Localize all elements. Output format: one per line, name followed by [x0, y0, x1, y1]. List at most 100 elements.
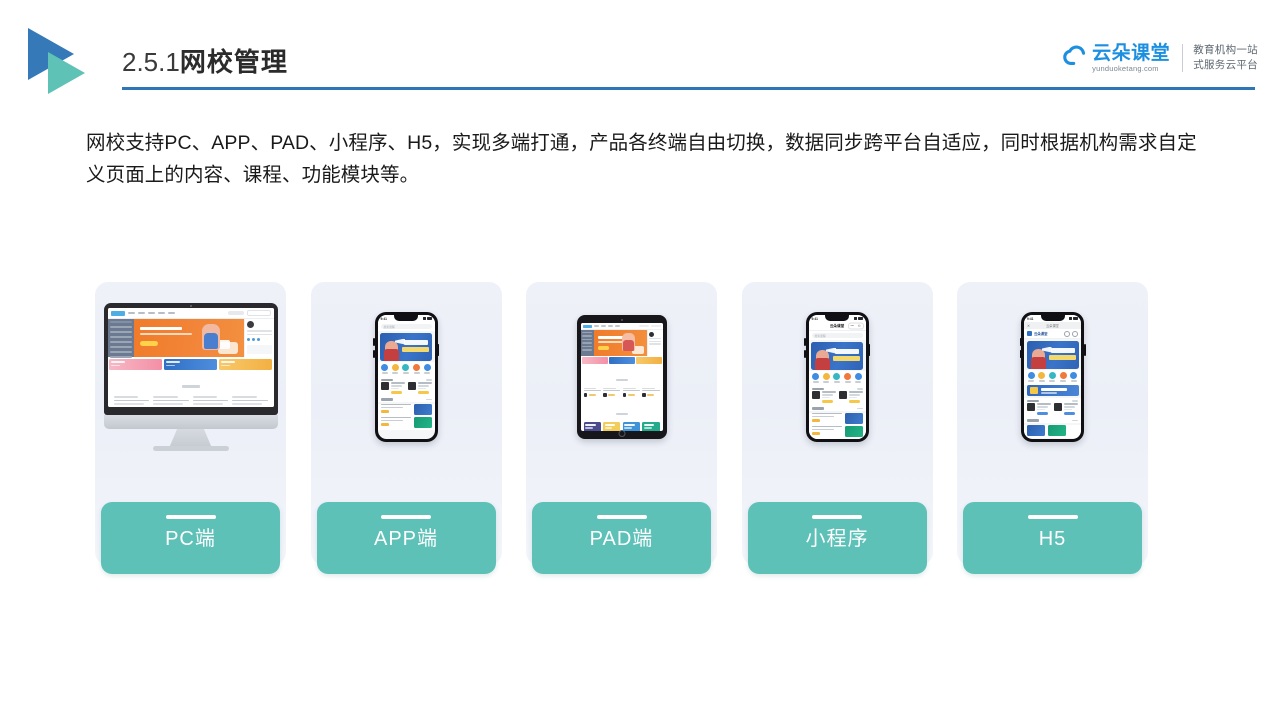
- platform-label-h5[interactable]: H5: [963, 502, 1142, 574]
- app-logo-icon: [1027, 331, 1032, 336]
- category-icon: [844, 373, 852, 380]
- section-title-bar: [1027, 399, 1039, 402]
- course-item: [153, 396, 189, 407]
- dot-icon: [251, 338, 255, 341]
- platform-label-miniprogram[interactable]: 小程序: [747, 502, 927, 574]
- phone-volume-button: [1019, 338, 1021, 346]
- promo-subtitle: [220, 364, 230, 366]
- signal-icon: [853, 317, 857, 320]
- hero-person-illustration: [621, 333, 635, 351]
- title-underline-rule: [122, 87, 1255, 90]
- category-item: [822, 373, 830, 383]
- app-category-row: [1024, 370, 1081, 385]
- slide-header: 2.5.1 网校管理 云朵课堂 yunduoketang.com 教育机构一站 …: [0, 0, 1280, 110]
- category-icon: [833, 373, 841, 380]
- course-item: [583, 387, 601, 397]
- section-title: 网校管理: [179, 47, 288, 77]
- category-item: [1027, 372, 1035, 382]
- wechat-capsule-menu[interactable]: ••• ◎: [847, 322, 864, 330]
- section-heading-bar: [181, 385, 200, 388]
- more-link: [1072, 419, 1078, 422]
- teacher-avatar: [1054, 403, 1062, 411]
- course-card: [583, 422, 601, 431]
- phone-power-button: [1084, 344, 1086, 356]
- nav-search-field: [650, 324, 661, 328]
- category-item: [1038, 372, 1046, 382]
- browser-address-bar[interactable]: ✕ 云朵课堂: [1024, 322, 1081, 329]
- course-thumbnail: [413, 403, 432, 415]
- promo-title: [220, 360, 235, 363]
- hero-cta-button: [139, 341, 158, 346]
- category-icon: [1038, 372, 1046, 379]
- promo-banner: [163, 358, 218, 370]
- platform-card-app[interactable]: 9:41 搜索课程 APP端: [310, 282, 502, 574]
- section-heading-bar: [615, 413, 628, 416]
- teacher-avatar: [407, 382, 416, 390]
- platform-label-app[interactable]: APP端: [316, 502, 496, 574]
- category-item: [1059, 372, 1067, 382]
- wechat-navigation-bar: 云朵课堂 ••• ◎: [808, 322, 866, 331]
- tablet-navbar: [580, 323, 663, 330]
- brand-slogan: 教育机构一站 式服务云平台: [1193, 43, 1258, 73]
- category-icon: [1048, 372, 1056, 379]
- teacher-list: [1024, 403, 1081, 418]
- nav-search-field: [246, 310, 271, 316]
- app-search-row: 搜索课程: [808, 331, 866, 340]
- brand-divider: [1182, 44, 1184, 72]
- platform-card-h5[interactable]: 9:41 ✕ 云朵课堂 云朵课堂 H5: [957, 282, 1148, 574]
- hero-banner-orange: [133, 319, 244, 357]
- phone-volume-button: [804, 338, 806, 346]
- phone-volume-button: [373, 350, 375, 358]
- brand-logo-block: 云朵课堂 yunduoketang.com 教育机构一站 式服务云平台: [1062, 38, 1258, 78]
- promo-banner: [109, 358, 163, 370]
- promo-title: [165, 360, 180, 363]
- promo-subtitle: [165, 364, 175, 366]
- teacher-item: [838, 391, 863, 404]
- triangle-teal-shape: [48, 52, 85, 94]
- search-input[interactable]: 搜索课程: [380, 324, 432, 329]
- signal-icon: [1069, 317, 1072, 320]
- tablet-hero-section: [580, 330, 663, 356]
- status-time: 9:41: [811, 316, 818, 321]
- nav-item: [157, 312, 165, 314]
- more-link: [1072, 400, 1078, 402]
- close-icon[interactable]: ✕: [1027, 324, 1030, 328]
- signal-icon: [422, 317, 426, 320]
- user-panel-line: [246, 330, 272, 332]
- course-item: [622, 387, 640, 397]
- platform-label-pc[interactable]: PC端: [101, 502, 280, 574]
- course-item: [380, 403, 432, 415]
- menu-icon[interactable]: [1064, 330, 1070, 337]
- site-section-heading: [107, 371, 274, 396]
- course-card: [622, 422, 640, 431]
- teacher-avatar: [1027, 403, 1035, 411]
- platform-card-miniprogram[interactable]: 9:41 云朵课堂 ••• ◎ 搜索课程 小程序: [741, 282, 933, 574]
- platform-label-pad[interactable]: PAD端: [532, 502, 711, 574]
- double-triangle-play-icon: [28, 28, 106, 94]
- gift-icon: [1029, 386, 1038, 394]
- category-item: [402, 364, 410, 374]
- hero-headline: [597, 336, 624, 339]
- search-input[interactable]: 搜索课程: [811, 333, 863, 338]
- user-icon[interactable]: [1072, 330, 1078, 337]
- course-section-header: [1024, 417, 1081, 423]
- site-course-list: [107, 396, 274, 407]
- course-item: [380, 416, 432, 428]
- tablet-camera-icon: [620, 318, 623, 321]
- monitor-screen-content: [107, 308, 274, 407]
- tablet-screen: [580, 323, 663, 431]
- tablet-user-panel: [646, 330, 663, 356]
- webcam-icon: [189, 305, 192, 307]
- category-item: [391, 364, 399, 374]
- tablet-home-button[interactable]: [618, 430, 625, 437]
- dot-icon: [256, 338, 260, 341]
- nav-item: [147, 312, 155, 314]
- sidebar-item: [109, 341, 132, 343]
- category-icon: [381, 364, 389, 371]
- course-icon: [622, 393, 627, 397]
- platform-card-pc[interactable]: PC端: [95, 282, 286, 574]
- promo-banner: [608, 357, 635, 364]
- course-section-header: [377, 396, 435, 402]
- platform-card-pad[interactable]: PAD端: [526, 282, 717, 574]
- sidebar-item: [109, 351, 132, 353]
